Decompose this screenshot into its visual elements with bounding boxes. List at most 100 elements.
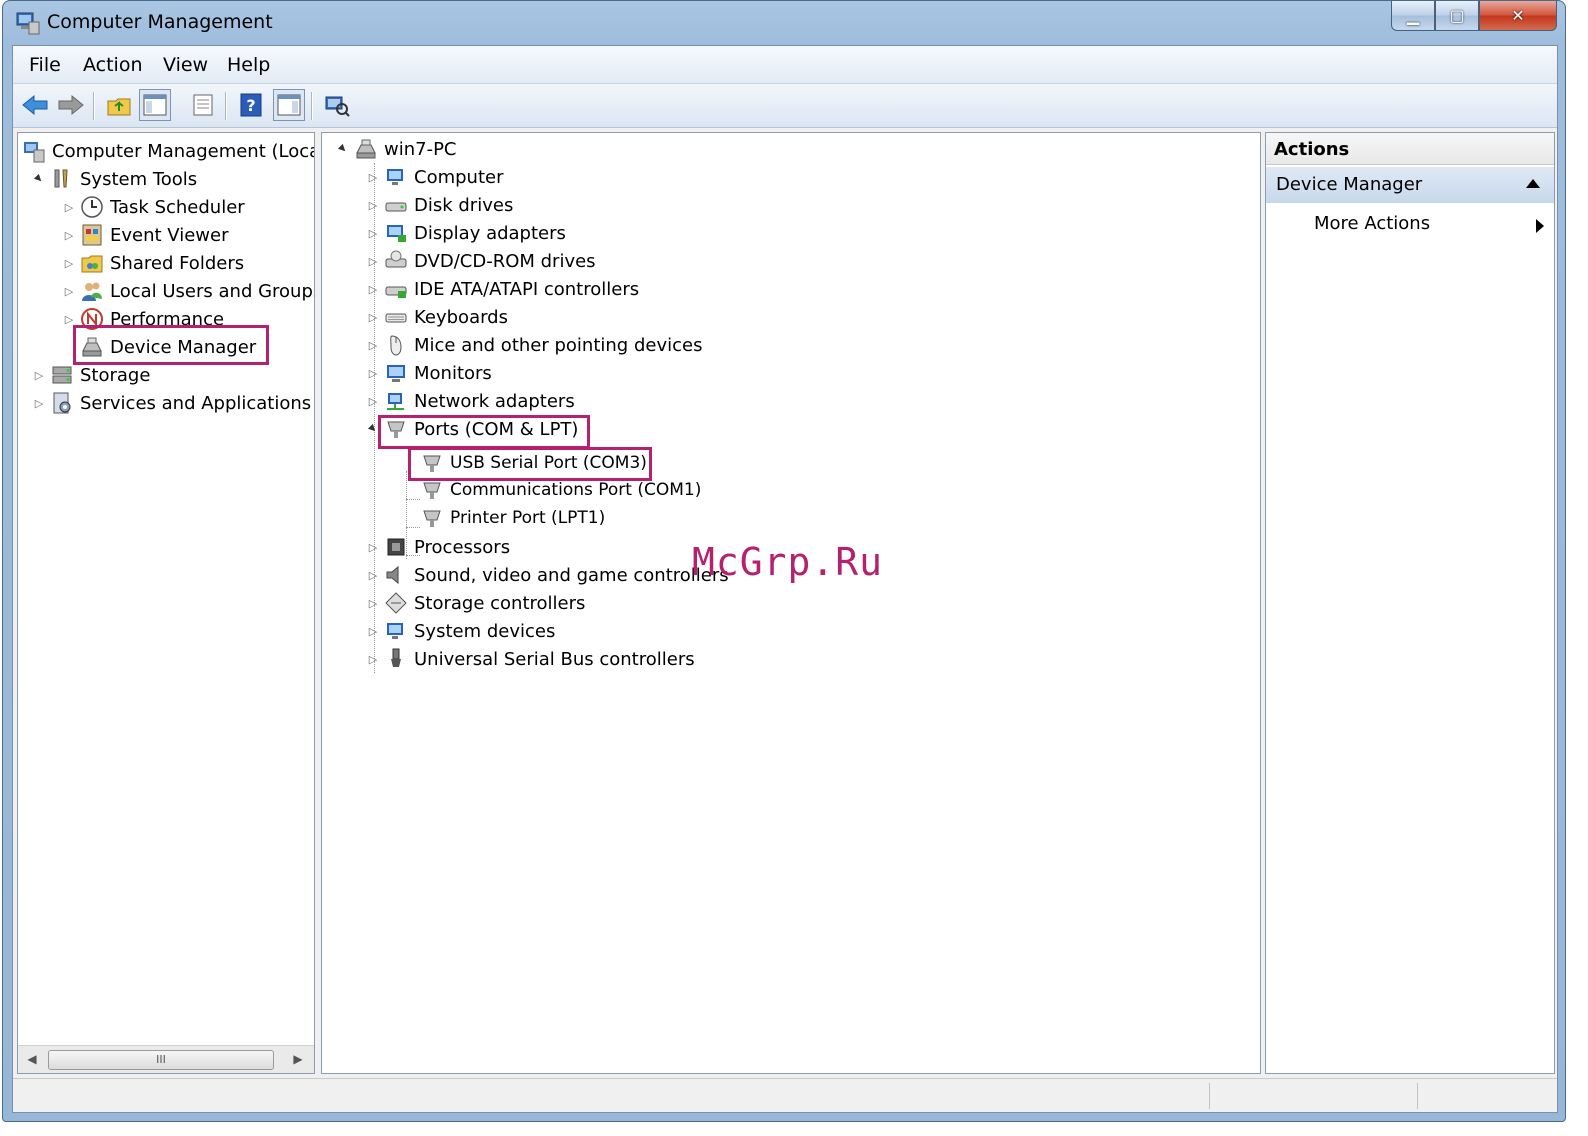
device-category-monitor[interactable]: ▷ Monitors <box>366 359 492 387</box>
collapse-icon[interactable]: ▼ <box>333 139 353 159</box>
svg-text:?: ? <box>246 96 255 115</box>
maximize-icon: ▢ <box>1449 6 1465 25</box>
scan-hardware-button[interactable] <box>321 89 353 121</box>
close-button[interactable]: ✕ <box>1479 1 1557 31</box>
tree-item-device-manager[interactable]: Device Manager <box>62 333 256 361</box>
scroll-left-icon[interactable]: ◀ <box>24 1052 40 1068</box>
device-category-usb[interactable]: ▷ Universal Serial Bus controllers <box>366 645 695 673</box>
up-folder-button[interactable] <box>103 89 135 121</box>
clock-icon <box>81 196 103 218</box>
tree-item-system-tools[interactable]: ▼ System Tools <box>32 165 197 193</box>
system-device-icon <box>387 623 403 639</box>
expand-icon[interactable]: ▷ <box>366 624 380 638</box>
device-category-computer[interactable]: ▷ Computer <box>366 163 504 191</box>
menu-view[interactable]: View <box>163 54 208 76</box>
submenu-arrow-icon[interactable] <box>1536 219 1544 233</box>
device-category-dvd-drive[interactable]: ▷ DVD/CD-ROM drives <box>366 247 596 275</box>
expand-icon[interactable]: ▷ <box>62 228 76 242</box>
expand-icon[interactable]: ▷ <box>366 540 380 554</box>
expand-icon[interactable]: ▷ <box>366 366 380 380</box>
collapse-triangle-icon[interactable] <box>1526 179 1540 188</box>
expand-icon[interactable]: ▷ <box>366 338 380 352</box>
show-hide-action-pane-button[interactable] <box>273 89 305 121</box>
device-category-port[interactable]: ▼ Ports (COM & LPT) <box>366 415 578 443</box>
expand-icon[interactable]: ▷ <box>32 396 46 410</box>
maximize-button[interactable]: ▢ <box>1435 1 1479 31</box>
expand-icon[interactable]: ▷ <box>62 312 76 326</box>
device-category-mouse[interactable]: ▷ Mice and other pointing devices <box>366 331 702 359</box>
minimize-button[interactable]: ▁ <box>1391 1 1435 31</box>
tree-label: Event Viewer <box>110 224 229 246</box>
more-actions-item[interactable]: More Actions <box>1314 213 1430 234</box>
device-category-speaker[interactable]: ▷ Sound, video and game controllers <box>366 561 729 589</box>
expand-icon[interactable]: ▷ <box>366 254 380 268</box>
expand-icon[interactable]: ▷ <box>366 198 380 212</box>
device-category-processor[interactable]: ▷ Processors <box>366 533 510 561</box>
port-icon <box>387 421 405 438</box>
port-device-0[interactable]: USB Serial Port (COM3) <box>416 449 647 477</box>
device-category-system-device[interactable]: ▷ System devices <box>366 617 556 645</box>
device-category-disk-drive[interactable]: ▷ Disk drives <box>366 191 514 219</box>
expand-icon[interactable]: ▷ <box>366 170 380 184</box>
computer-icon <box>356 139 376 159</box>
port-device-1[interactable]: Communications Port (COM1) <box>416 476 701 504</box>
expand-icon[interactable]: ▷ <box>62 284 76 298</box>
device-tree-root[interactable]: ▼ win7-PC <box>336 135 457 163</box>
tree-item-shared-folders[interactable]: ▷ Shared Folders <box>62 249 244 277</box>
expand-icon[interactable]: ▷ <box>366 226 380 240</box>
device-category-label: Monitors <box>414 362 492 384</box>
expand-icon[interactable]: ▷ <box>366 310 380 324</box>
actions-group-device-manager[interactable]: Device Manager <box>1266 167 1554 203</box>
expand-icon[interactable]: ▷ <box>366 652 380 666</box>
tree-label: Shared Folders <box>110 252 245 274</box>
menu-help[interactable]: Help <box>227 54 270 76</box>
properties-button[interactable] <box>187 89 219 121</box>
menu-action[interactable]: Action <box>83 54 143 76</box>
processor-icon <box>387 538 405 556</box>
show-hide-console-tree-button[interactable] <box>139 89 171 121</box>
forward-button[interactable] <box>55 89 87 121</box>
tree-item-services-and-applications[interactable]: ▷ Services and Applications <box>32 389 311 417</box>
tree-item-event-viewer[interactable]: ▷ Event Viewer <box>62 221 228 249</box>
port-device-label: Communications Port (COM1) <box>450 480 702 500</box>
scrollbar-thumb[interactable]: III <box>48 1050 274 1070</box>
port-device-2[interactable]: Printer Port (LPT1) <box>416 504 605 532</box>
back-button[interactable] <box>19 89 51 121</box>
expand-icon[interactable]: ▷ <box>366 282 380 296</box>
expand-icon[interactable]: ▷ <box>32 368 46 382</box>
device-category-network-adapter[interactable]: ▷ Network adapters <box>366 387 575 415</box>
port-device-label: Printer Port (LPT1) <box>450 508 606 528</box>
expand-icon[interactable]: ▷ <box>62 200 76 214</box>
actions-pane: Actions Device Manager More Actions <box>1265 132 1555 1074</box>
watermark: McGrp.Ru <box>692 540 884 584</box>
tree-item-local-users-and-groups[interactable]: ▷ Local Users and Groups <box>62 277 314 305</box>
device-category-display-adapter[interactable]: ▷ Display adapters <box>366 219 566 247</box>
system-tools-icon <box>54 169 68 188</box>
tree-item-performance[interactable]: ▷ Performance <box>62 305 224 333</box>
collapse-icon[interactable]: ▼ <box>29 169 49 189</box>
expand-icon[interactable]: ▷ <box>366 596 380 610</box>
ide-controller-icon <box>385 286 407 298</box>
expand-icon[interactable]: ▷ <box>366 568 380 582</box>
port-icon <box>423 510 441 527</box>
expand-icon[interactable]: ▷ <box>62 256 76 270</box>
tree-label: Device Manager <box>110 336 257 358</box>
device-category-storage-controller[interactable]: ▷ Storage controllers <box>366 589 585 617</box>
collapse-icon[interactable]: ▼ <box>363 419 383 439</box>
help-button[interactable]: ? <box>235 89 267 121</box>
storage-controller-icon <box>385 592 407 614</box>
expand-icon[interactable]: ▷ <box>366 394 380 408</box>
device-manager-icon <box>82 337 102 357</box>
mouse-icon <box>390 335 402 356</box>
scroll-right-icon[interactable]: ▶ <box>290 1052 306 1068</box>
horizontal-scrollbar[interactable]: ◀ III ▶ <box>18 1045 314 1073</box>
device-category-ide-controller[interactable]: ▷ IDE ATA/ATAPI controllers <box>366 275 639 303</box>
menu-file[interactable]: File <box>29 54 61 76</box>
title-bar[interactable]: Computer Management ▁ ▢ ✕ <box>3 1 1565 45</box>
tree-item-task-scheduler[interactable]: ▷ Task Scheduler <box>62 193 245 221</box>
shared-folder-icon <box>81 255 103 273</box>
device-category-keyboard[interactable]: ▷ Keyboards <box>366 303 508 331</box>
device-category-label: Ports (COM & LPT) <box>414 418 579 440</box>
tree-item-computer-management[interactable]: Computer Management (Local <box>20 137 314 165</box>
tree-item-storage[interactable]: ▷ Storage <box>32 361 151 389</box>
